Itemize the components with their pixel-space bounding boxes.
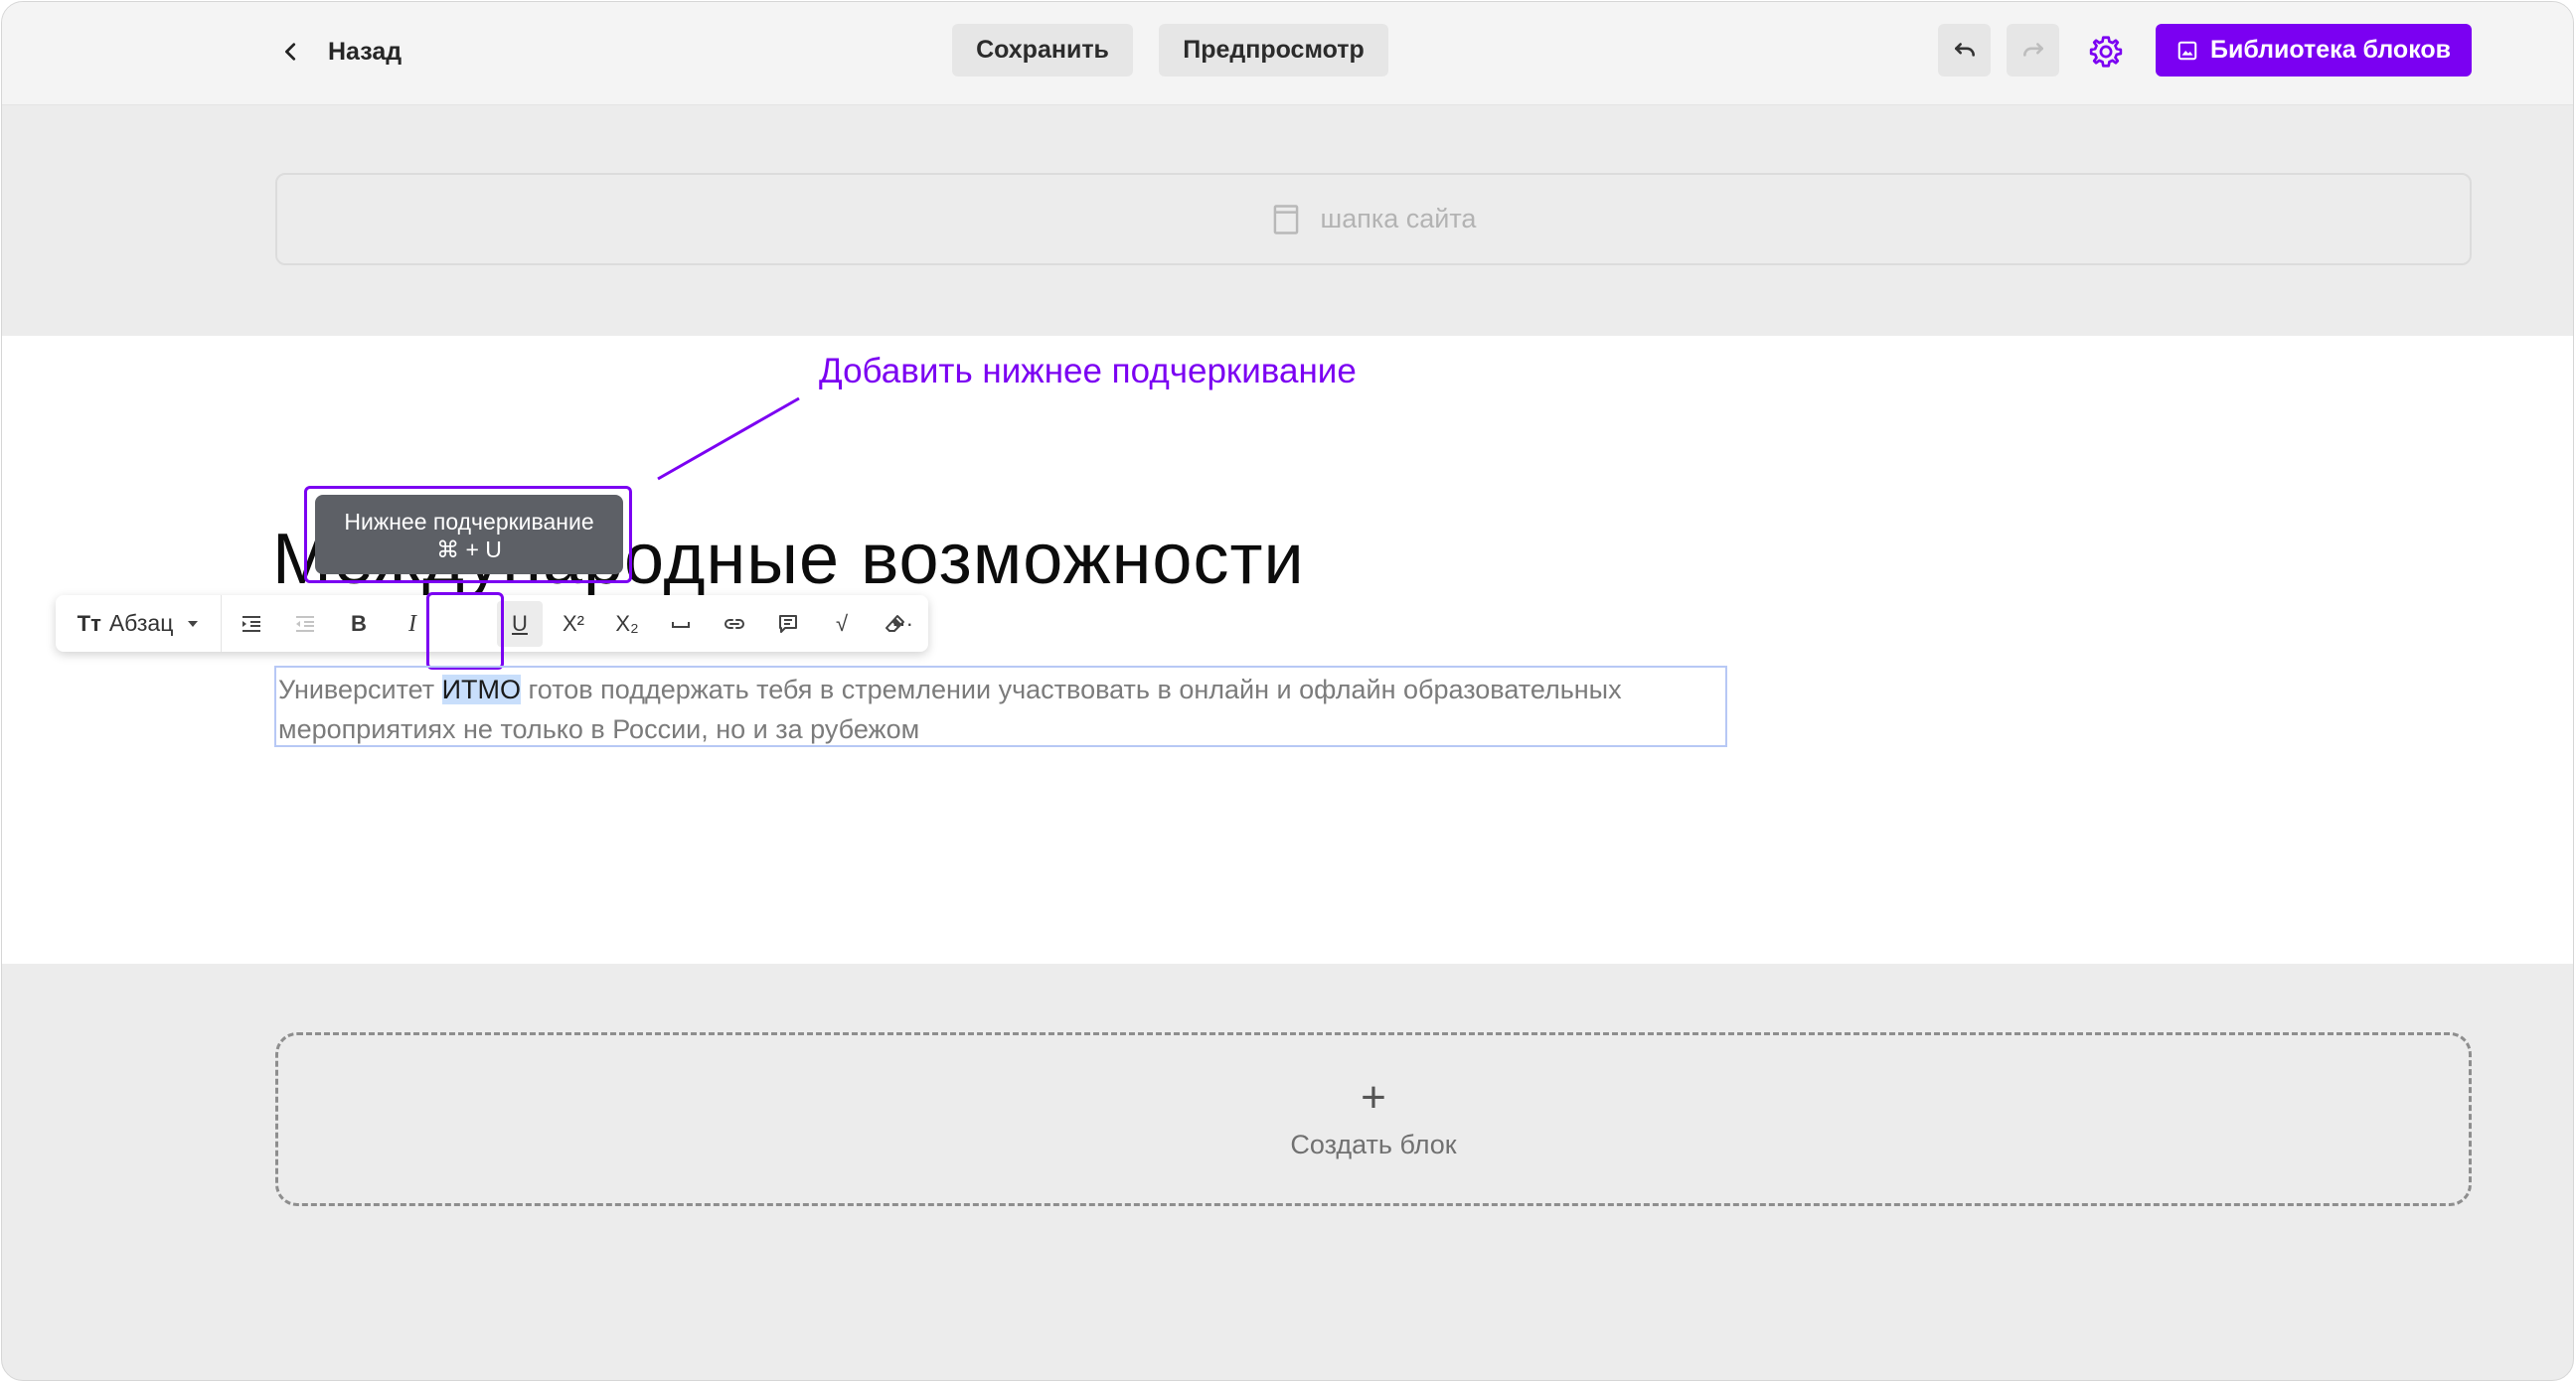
text-style-icon: Тт xyxy=(77,610,101,636)
indent-icon xyxy=(242,616,260,632)
redo-button[interactable] xyxy=(2007,24,2059,77)
underline-button[interactable]: U xyxy=(497,601,543,647)
editor-window: Назад Сохранить Предпросмотр Библиотека … xyxy=(1,1,2574,1381)
space-icon xyxy=(672,622,690,628)
subscript-button[interactable]: X₂ xyxy=(604,601,650,647)
selected-text: ИТМО xyxy=(441,675,522,704)
caret-down-icon xyxy=(188,620,199,627)
site-header-label: шапка сайта xyxy=(1320,204,1477,233)
save-button[interactable]: Сохранить xyxy=(952,24,1133,77)
annotation-text: Добавить нижнее подчеркивание xyxy=(819,352,1357,390)
more-icon: ··· xyxy=(891,611,913,636)
subscript-icon: X₂ xyxy=(615,611,639,636)
bold-icon: B xyxy=(351,611,367,636)
formula-button[interactable]: √ xyxy=(819,601,865,647)
comment-icon xyxy=(779,615,797,633)
superscript-icon: X² xyxy=(563,611,584,636)
bold-button[interactable]: B xyxy=(336,601,382,647)
underline-icon: U xyxy=(512,611,528,636)
block-library-button[interactable]: Библиотека блоков xyxy=(2156,24,2472,77)
annotation-pointer xyxy=(657,396,800,481)
outdent-icon xyxy=(296,616,314,632)
paragraph-text-before: Университет xyxy=(278,675,442,704)
superscript-button[interactable]: X² xyxy=(551,601,596,647)
image-icon xyxy=(2177,41,2197,60)
paragraph-style-label: Абзац xyxy=(108,610,174,636)
preview-button[interactable]: Предпросмотр xyxy=(1159,24,1388,77)
formatting-toolbar: Тт Абзац B I U X² X₂ √ xyxy=(56,595,928,652)
undo-button[interactable] xyxy=(1938,24,1991,77)
page-icon xyxy=(1273,204,1298,234)
chevron-left-icon xyxy=(285,43,296,61)
outdent-button[interactable] xyxy=(282,601,328,647)
undo-icon xyxy=(1954,42,1975,57)
comment-button[interactable] xyxy=(765,601,811,647)
italic-icon: I xyxy=(408,610,416,637)
paragraph-style-select[interactable]: Тт Абзац xyxy=(56,595,222,652)
create-block-label: Создать блок xyxy=(1290,1130,1457,1159)
settings-button[interactable] xyxy=(2082,28,2130,76)
top-bar: Назад Сохранить Предпросмотр Библиотека … xyxy=(2,2,2573,105)
plus-icon: + xyxy=(1361,1073,1386,1122)
back-button[interactable]: Назад xyxy=(280,28,402,76)
tooltip-highlight-frame xyxy=(304,486,632,583)
block-library-label: Библиотека блоков xyxy=(2209,36,2452,64)
back-label: Назад xyxy=(328,37,402,66)
italic-button[interactable]: I xyxy=(390,601,435,647)
more-button[interactable]: ··· xyxy=(880,601,925,647)
space-button[interactable] xyxy=(658,601,704,647)
paragraph-text[interactable]: Университет ИТМО готов поддержать тебя в… xyxy=(274,666,1727,747)
link-icon xyxy=(724,619,744,629)
gear-icon xyxy=(2089,36,2123,68)
indent-button[interactable] xyxy=(229,601,274,647)
redo-icon xyxy=(2022,42,2043,57)
formula-icon: √ xyxy=(835,611,849,636)
site-header-placeholder[interactable]: шапка сайта xyxy=(275,173,2472,265)
create-block-button[interactable]: + Создать блок xyxy=(275,1032,2472,1206)
link-button[interactable] xyxy=(712,601,757,647)
